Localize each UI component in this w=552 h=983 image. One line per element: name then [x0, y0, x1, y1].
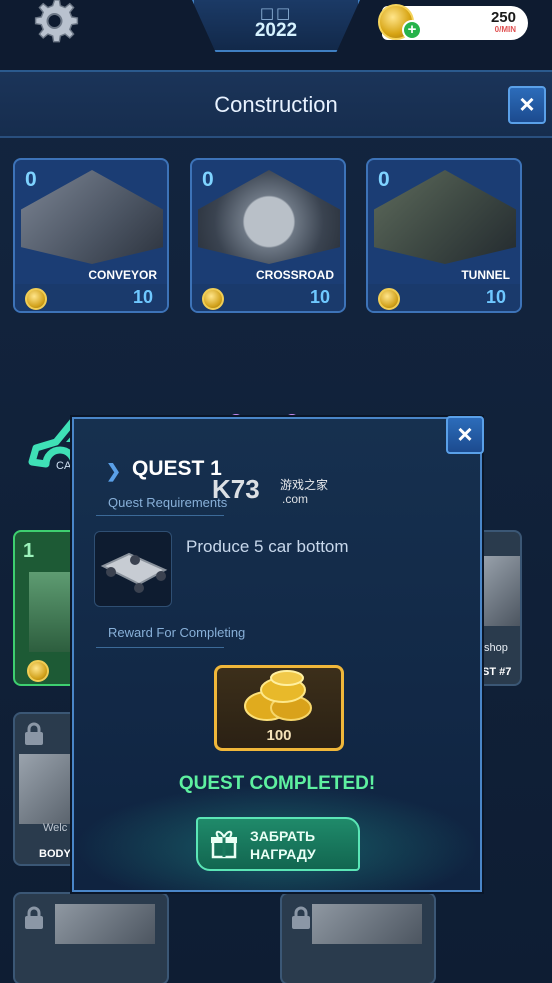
card-footer: 10 — [192, 284, 344, 311]
crossroad-image — [198, 170, 340, 264]
game-screen: □□ 2022 + 250 0/MIN Construction × 0 CON… — [0, 0, 552, 983]
gold-coin-icon — [378, 288, 400, 310]
gold-coin-icon — [27, 660, 49, 682]
plus-icon[interactable]: + — [402, 20, 422, 40]
claim-label-line2: НАГРАДУ — [250, 846, 316, 862]
card-count: 1 — [23, 540, 35, 562]
lock-icon — [25, 906, 43, 929]
card-crane-locked[interactable] — [280, 892, 436, 983]
year-value: 2022 — [254, 20, 298, 41]
card-label: shop — [484, 642, 508, 654]
card-label: CROSSROAD — [255, 268, 334, 282]
category-label: CA — [56, 460, 72, 472]
conveyor-image — [21, 170, 163, 264]
card-label: CONVEYOR — [88, 268, 157, 282]
card-sub: BODY — [39, 848, 71, 860]
gear-icon[interactable] — [26, 0, 82, 48]
divider — [96, 515, 224, 516]
claim-label: ЗАБРАТЬ НАГРАДУ — [250, 827, 316, 863]
crane-image — [312, 904, 422, 944]
lock-icon — [292, 906, 310, 929]
card-count: 0 — [378, 168, 390, 191]
quest-title: QUEST 1 — [132, 457, 222, 480]
panel-title: Construction — [214, 92, 338, 117]
lock-icon — [25, 722, 43, 745]
watermark-cn: 游戏之家 — [280, 478, 329, 492]
reward-value: 100 — [266, 727, 292, 744]
panel-header: Construction — [0, 72, 552, 138]
card-footer: 10 — [368, 284, 520, 311]
car-bottom-image — [94, 531, 172, 607]
requirements-label: Quest Requirements — [108, 495, 228, 510]
card-label: TUNNEL — [461, 268, 510, 282]
gold-coin-icon — [202, 288, 224, 310]
year-tab: □□ 2022 — [192, 0, 360, 52]
divider — [96, 647, 224, 648]
card-conveyor[interactable]: 0 CONVEYOR 10 — [13, 158, 169, 313]
card-sub: ST #7 — [482, 666, 512, 678]
card-footer: 10 — [15, 284, 167, 311]
tunnel-image — [374, 170, 516, 264]
gold-coin-icon — [25, 288, 47, 310]
card-label: Welc — [43, 822, 68, 834]
card-crossroad[interactable]: 0 CROSSROAD 10 — [190, 158, 346, 313]
quest-dialog: ❯ QUEST 1 Quest Requirements Produce 5 c… — [72, 417, 482, 892]
income-value: 250 — [490, 9, 516, 26]
claim-label-line1: ЗАБРАТЬ — [250, 828, 316, 844]
claim-reward-button[interactable]: ЗАБРАТЬ НАГРАДУ — [196, 817, 360, 871]
card-price: 10 — [309, 287, 330, 307]
gift-icon — [211, 830, 237, 859]
card-tunnel[interactable]: 0 TUNNEL 10 — [366, 158, 522, 313]
card-price: 10 — [132, 287, 153, 307]
chevron-right-icon: ❯ — [106, 461, 122, 481]
watermark-domain: .com — [282, 492, 309, 506]
reward-box: 100 — [214, 665, 344, 751]
card-count: 0 — [25, 168, 37, 191]
top-bar: □□ 2022 + 250 0/MIN — [0, 0, 552, 70]
close-icon[interactable]: × — [508, 86, 546, 124]
card-robot-locked[interactable] — [13, 892, 169, 983]
robot-image — [55, 904, 155, 944]
card-count: 0 — [202, 168, 214, 191]
watermark-logo: K73 — [212, 474, 260, 504]
workshop-image — [480, 556, 520, 626]
income-unit: 0/MIN — [494, 25, 516, 34]
reward-label: Reward For Completing — [108, 625, 246, 640]
requirement-text: Produce 5 car bottom — [186, 537, 349, 556]
close-icon[interactable]: × — [446, 416, 484, 454]
car-chassis-icon — [100, 552, 168, 593]
card-price: 10 — [485, 287, 506, 307]
coin-stack-icon — [244, 670, 312, 721]
